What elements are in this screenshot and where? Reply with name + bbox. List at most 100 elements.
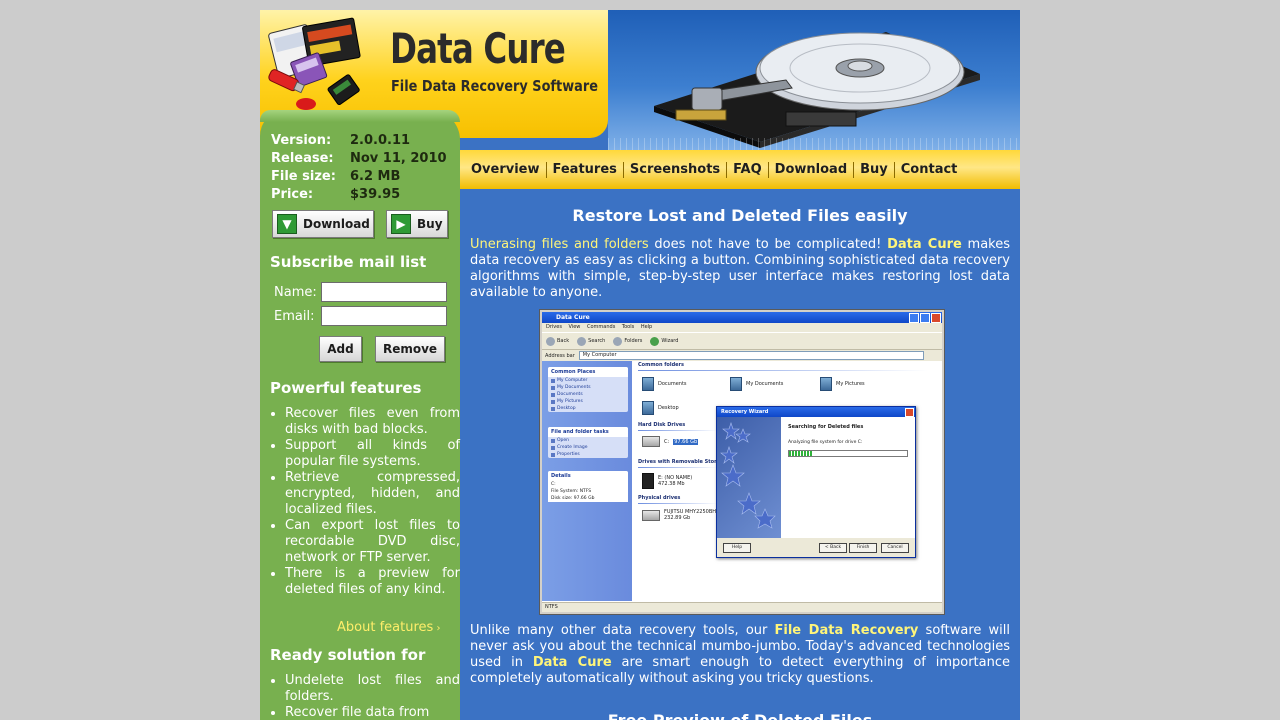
close-icon bbox=[931, 313, 941, 323]
divider bbox=[638, 430, 718, 431]
screenshot-task-pane: Common Places My Computer My Documents D… bbox=[542, 361, 632, 601]
folder-icon bbox=[820, 377, 832, 391]
wizard-cancel-button: Cancel bbox=[881, 543, 909, 553]
intro-text: does not have to be complicated! bbox=[648, 237, 888, 252]
address-label: Address bar bbox=[545, 352, 575, 359]
info-row-price: Price: $39.95 bbox=[271, 185, 447, 203]
name-field[interactable] bbox=[321, 282, 447, 302]
download-button[interactable]: ▼ Download bbox=[272, 210, 374, 238]
info-row-version: Version: 2.0.0.11 bbox=[271, 131, 447, 149]
list-item: Retrieve compressed, encrypted, hidden, … bbox=[285, 470, 460, 518]
list-item: My Pictures bbox=[548, 398, 628, 405]
list-item: Properties bbox=[548, 451, 628, 458]
menu-item: Drives bbox=[546, 324, 562, 330]
wizard-heading: Searching for Deleted files bbox=[788, 424, 864, 430]
sidebar: Version: 2.0.0.11 Release: Nov 11, 2010 … bbox=[260, 110, 460, 720]
folder-item-label: Desktop bbox=[658, 405, 679, 411]
buy-button[interactable]: ▶ Buy bbox=[386, 210, 448, 238]
page: Data Cure File Data Recovery Software Ve… bbox=[260, 10, 1020, 720]
product-name-strong: File Data Recovery bbox=[774, 623, 919, 638]
info-value: $39.95 bbox=[350, 186, 401, 202]
close-icon bbox=[905, 408, 914, 417]
wizard-title: Recovery Wizard bbox=[721, 409, 769, 415]
toolbar-folders: Folders bbox=[613, 336, 642, 346]
drive-label: C: bbox=[664, 438, 670, 445]
nav-overview[interactable]: Overview bbox=[465, 162, 546, 178]
arrow-down-icon: ▼ bbox=[277, 214, 297, 234]
toolbar-label: Wizard bbox=[661, 338, 679, 344]
nav-screenshots[interactable]: Screenshots bbox=[622, 161, 726, 178]
list-item: My Documents bbox=[548, 384, 628, 391]
folder-icon bbox=[613, 336, 623, 346]
unerasing-link[interactable]: Unerasing files and folders bbox=[470, 237, 649, 252]
common-places-box: Common Places My Computer My Documents D… bbox=[548, 367, 628, 412]
email-label: Email: bbox=[274, 309, 315, 324]
wizard-finish-button: Finish bbox=[849, 543, 877, 553]
section-title: Common folders bbox=[638, 362, 684, 368]
minimize-icon bbox=[909, 313, 919, 323]
memory-card-icon bbox=[642, 473, 654, 489]
details-title: Details bbox=[548, 471, 628, 481]
list-item: There is a preview for deleted files of … bbox=[285, 566, 460, 598]
info-key: File size: bbox=[271, 168, 336, 184]
drive-label: FUJITSU MHY2250BH 232.89 Gb bbox=[664, 509, 716, 521]
hard-disk-icon bbox=[642, 509, 660, 521]
nav-download[interactable]: Download bbox=[767, 161, 853, 178]
folder-icon bbox=[730, 377, 742, 391]
folder-item-label: My Pictures bbox=[836, 381, 865, 387]
toolbar-back: Back bbox=[546, 336, 569, 346]
ready-solution-heading: Ready solution for bbox=[270, 646, 426, 664]
list-item: Create Image bbox=[548, 444, 628, 451]
divider bbox=[638, 503, 718, 504]
name-label: Name: bbox=[274, 285, 317, 300]
about-features-link[interactable]: About features › bbox=[337, 620, 440, 635]
hard-disk-icon bbox=[642, 436, 660, 447]
download-button-label: Download bbox=[303, 217, 370, 231]
toolbar-wizard: Wizard bbox=[650, 336, 679, 346]
nav-faq[interactable]: FAQ bbox=[726, 161, 768, 178]
list-item: Desktop bbox=[548, 405, 628, 412]
buy-button-label: Buy bbox=[417, 217, 443, 231]
about-features-label: About features bbox=[337, 620, 434, 635]
product-info-table: Version: 2.0.0.11 Release: Nov 11, 2010 … bbox=[271, 131, 447, 203]
screenshot-window-title: Data Cure bbox=[556, 314, 590, 321]
stars-icon bbox=[720, 422, 776, 529]
folder-item: Desktop bbox=[642, 401, 679, 415]
preview-heading: Free Preview of Deleted Files bbox=[470, 711, 1010, 720]
arrow-right-icon: ▶ bbox=[391, 214, 411, 234]
menu-item: Help bbox=[640, 324, 653, 330]
memory-cards-logo-art bbox=[268, 17, 361, 110]
screenshot-titlebar: Data Cure bbox=[542, 312, 942, 323]
folder-item: Documents bbox=[642, 377, 687, 391]
info-value: Nov 11, 2010 bbox=[350, 150, 447, 166]
info-key: Release: bbox=[271, 150, 334, 166]
remove-button[interactable]: Remove bbox=[375, 336, 445, 362]
nav-features[interactable]: Features bbox=[545, 161, 623, 178]
nav-buy[interactable]: Buy bbox=[853, 161, 894, 178]
folder-item: My Documents bbox=[730, 377, 783, 391]
divider bbox=[638, 467, 718, 468]
section-title: Hard Disk Drives bbox=[638, 422, 686, 428]
section-title: Drives with Removable Storage bbox=[638, 459, 727, 465]
screenshot-address-bar: Address bar My Computer bbox=[542, 350, 942, 361]
intro-paragraph: Unerasing files and folders does not hav… bbox=[470, 237, 1010, 301]
menu-item: View bbox=[568, 324, 581, 330]
page-title: Restore Lost and Deleted Files easily bbox=[572, 206, 908, 225]
drive-label: E: (NO NAME) 472.38 Mb bbox=[658, 475, 692, 487]
email-field[interactable] bbox=[321, 306, 447, 326]
menu-item: Commands bbox=[587, 324, 616, 330]
details-paragraph: Unlike many other data recovery tools, o… bbox=[470, 623, 1010, 687]
drive-item: C: 97.66 Gb bbox=[642, 436, 699, 447]
brand-title: Data Cure bbox=[390, 24, 566, 73]
menu-item: Tools bbox=[621, 324, 635, 330]
wizard-titlebar: Recovery Wizard bbox=[717, 407, 915, 417]
file-tasks-title: File and folder tasks bbox=[548, 427, 628, 437]
details-line: File System: NTFS bbox=[548, 488, 628, 495]
add-button[interactable]: Add bbox=[319, 336, 362, 362]
info-row-release: Release: Nov 11, 2010 bbox=[271, 149, 447, 167]
nav-contact[interactable]: Contact bbox=[893, 161, 964, 178]
info-value: 6.2 MB bbox=[350, 168, 401, 184]
folder-item-label: Documents bbox=[658, 381, 687, 387]
toolbar-search: Search bbox=[577, 336, 605, 346]
app-screenshot[interactable]: Data Cure Drives View Commands Tools Hel… bbox=[540, 310, 944, 614]
